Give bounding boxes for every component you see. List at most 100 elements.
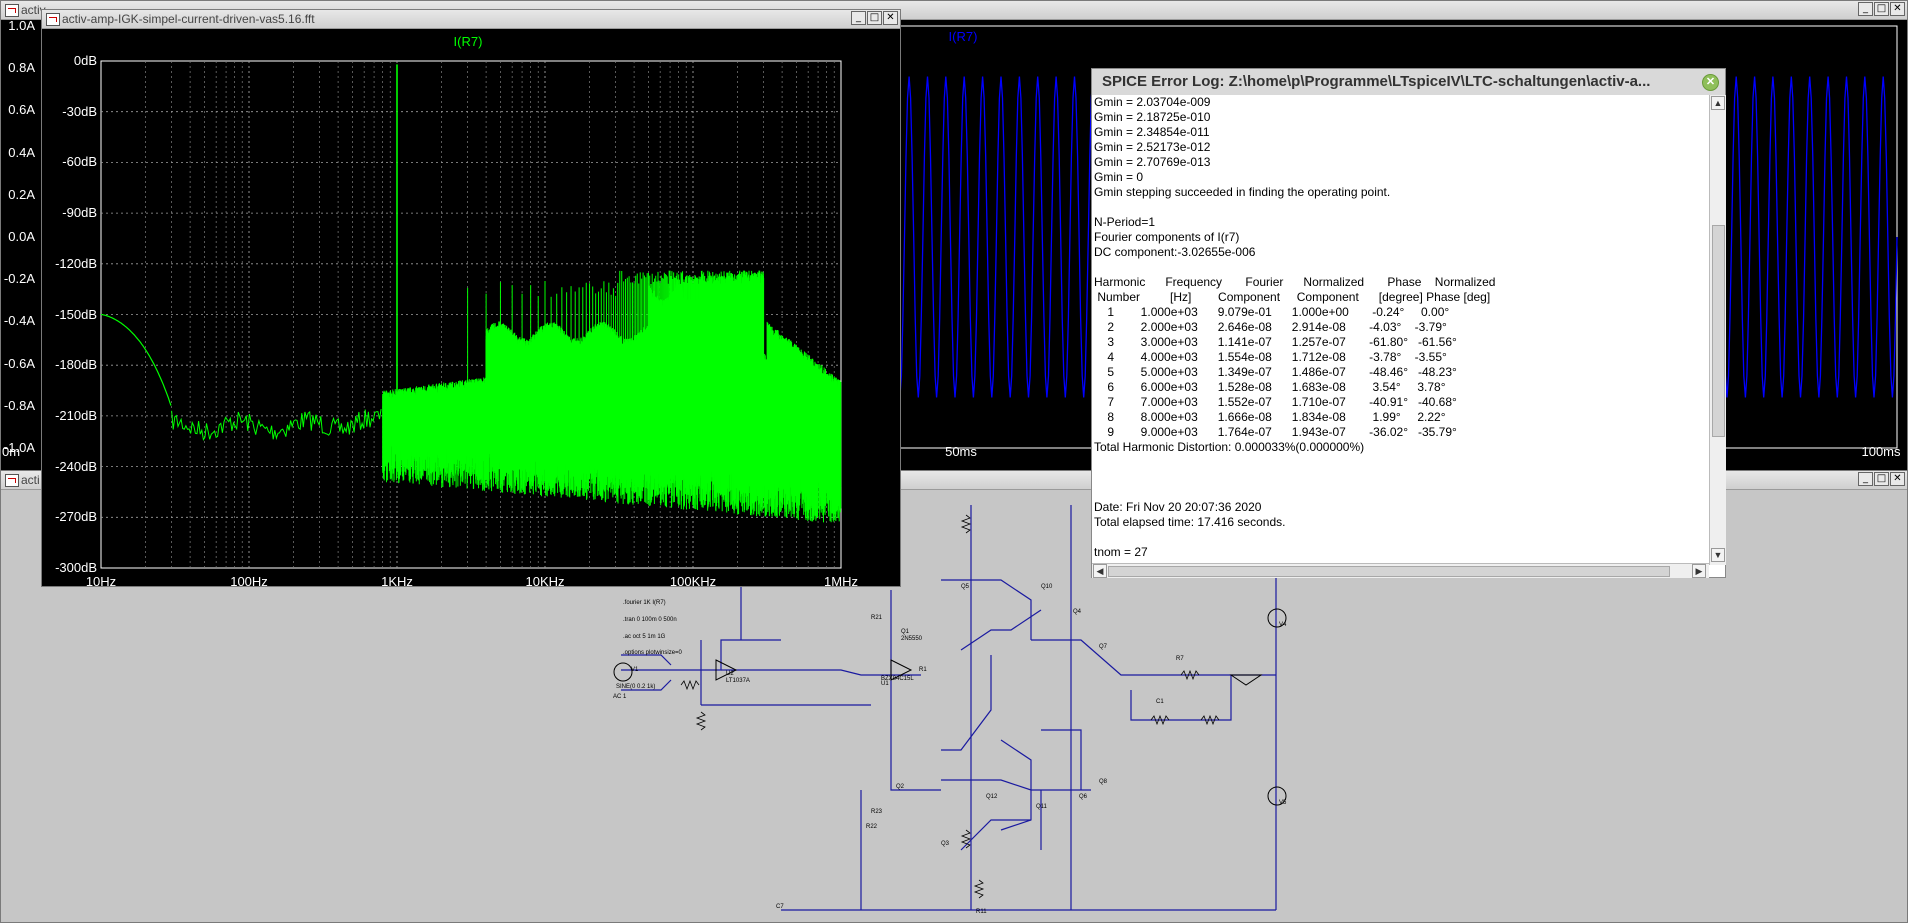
schematic-part-label[interactable]: SINE(0 0.2 1k) [616,684,655,690]
error-log-line: 2 2.000e+03 2.646e-08 2.914e-08 -4.03° -… [1094,320,1447,334]
time-y-tick-label: -0.2A [3,271,35,287]
schematic-part-label[interactable]: Q10 [1041,584,1052,590]
close-button[interactable]: ✕ [1890,472,1905,486]
scroll-right-button[interactable]: ▶ [1692,564,1706,578]
fft-y-tick-label: -90dB [62,205,97,221]
fft-x-tick-label: 1KHz [381,574,413,589]
scroll-up-button[interactable]: ▲ [1711,96,1725,110]
fft-trace-label: I(R7) [453,34,483,49]
error-log-line: 7 7.000e+03 1.552e-07 1.710e-07 -40.91° … [1094,395,1457,409]
error-log-horizontal-scrollbar[interactable]: ◀ ▶ [1092,563,1709,578]
schematic-part-label[interactable]: BZX84C15L [881,676,914,682]
svg-text:.fourier 1K I(R7): .fourier 1K I(R7) [623,600,666,606]
error-log-line: Harmonic Frequency Fourier Normalized Ph… [1094,275,1496,289]
schematic-part-label[interactable]: Q7 [1099,644,1107,650]
schematic-part-label[interactable]: Q3 [941,841,949,847]
schematic-part-label[interactable]: R21 [871,615,882,621]
scroll-down-button[interactable]: ▼ [1711,548,1725,562]
schematic-part-label[interactable]: C1 [1156,699,1164,705]
app-icon [5,474,19,487]
schematic-part-label[interactable]: Q8 [1099,779,1107,785]
time-y-tick-label: -0.6A [3,355,35,371]
error-log-line: Gmin = 0 [1094,170,1144,184]
minimize-button[interactable]: _ [1858,2,1873,16]
time-y-tick-label: 0.6A [8,102,35,118]
error-log-line: 6 6.000e+03 1.528e-08 1.683e-08 3.54° 3.… [1094,380,1446,394]
minimize-button[interactable]: _ [851,11,866,25]
svg-text:.ac oct 5 1m 1G: .ac oct 5 1m 1G [623,634,666,640]
fft-window-titlebar[interactable]: activ-amp-IGK-simpel-current-driven-vas5… [42,10,900,29]
schematic-part-label[interactable]: LT1037A [726,678,750,684]
schematic-part-label[interactable]: R1 [919,667,927,673]
error-log-line: 9 9.000e+03 1.764e-07 1.943e-07 -36.02° … [1094,425,1457,439]
fft-trace-lowfreq [100,313,172,406]
error-log-line: Number [Hz] Component Component [degree]… [1094,290,1491,304]
schematic-part-label[interactable]: Q12 [986,794,997,800]
fft-y-tick-label: -150dB [55,306,97,322]
svg-text:.tran 0 100m 0 500n: .tran 0 100m 0 500n [623,617,677,623]
fft-y-tick-label: 0dB [73,53,97,68]
error-log-line: Gmin = 2.03704e-009 [1094,95,1211,109]
scroll-left-button[interactable]: ◀ [1093,564,1107,578]
time-y-tick-label: 0.8A [8,60,35,76]
fft-y-tick-label: -210dB [55,407,97,423]
maximize-button[interactable]: □ [1874,472,1889,486]
h-scroll-thumb[interactable] [1108,566,1670,577]
error-log-line: Date: Fri Nov 20 20:07:36 2020 [1094,500,1262,514]
maximize-button[interactable]: □ [1874,2,1889,16]
fft-y-tick-label: -240dB [55,458,97,474]
time-y-tick-label: 0.4A [8,144,35,160]
error-log-vertical-scrollbar[interactable]: ▲ ▼ [1709,95,1726,565]
fft-plot-svg[interactable] [42,29,900,586]
maximize-button[interactable]: □ [867,11,882,25]
app-icon [5,4,19,17]
close-circle-icon[interactable]: ✕ [1702,74,1719,91]
schematic-part-label[interactable]: Q1 [901,629,909,635]
schematic-part-label[interactable]: C7 [776,904,784,910]
schematic-part-label[interactable]: R11 [976,909,987,915]
error-log-line: 5 5.000e+03 1.349e-07 1.486e-07 -48.46° … [1094,365,1457,379]
close-button[interactable]: ✕ [883,11,898,25]
error-log-line: DC component:-3.02655e-006 [1094,245,1256,259]
schematic-part-label[interactable]: Q5 [961,584,969,590]
schematic-part-label[interactable]: Q2 [896,784,904,790]
error-log-line: Total Harmonic Distortion: 0.000033%(0.0… [1094,440,1365,454]
fft-x-tick-label: 10KHz [525,574,565,589]
schematic-part-label[interactable]: Q11 [1036,804,1047,810]
time-y-tick-label: -0.4A [3,313,35,329]
time-x-tick-end: 100ms [1861,444,1901,459]
error-log-line: 3 3.000e+03 1.141e-07 1.257e-07 -61.80° … [1094,335,1457,349]
schematic-part-label[interactable]: Q4 [1073,609,1081,615]
schematic-part-label[interactable]: Q6 [1079,794,1087,800]
schematic-part-label[interactable]: R23 [871,809,882,815]
schematic-part-label[interactable]: U2 [726,671,734,677]
schematic-part-label[interactable]: V1 [631,667,638,673]
error-log-line: Gmin stepping succeeded in finding the o… [1094,185,1391,199]
schematic-part-label[interactable]: V4 [1279,622,1286,628]
minimize-button[interactable]: _ [1858,472,1873,486]
error-log-line: 1 1.000e+03 9.079e-01 1.000e+00 -0.24° 0… [1094,305,1450,319]
fft-window: activ-amp-IGK-simpel-current-driven-vas5… [41,9,901,589]
fft-trace-body [382,270,842,523]
fft-x-tick-label: 100Hz [230,574,268,589]
svg-text:.options plotwinsize=0: .options plotwinsize=0 [623,650,683,656]
time-y-tick-label: 1.0A [8,18,35,33]
time-y-tick-label: -0.8A [3,397,35,413]
schematic-part-label[interactable]: R7 [1176,656,1184,662]
spice-error-log-window: SPICE Error Log: Z:\home\p\Programme\LTs… [1091,68,1726,578]
error-log-titlebar[interactable]: SPICE Error Log: Z:\home\p\Programme\LTs… [1092,69,1725,95]
time-y-tick-label: 0.2A [8,186,35,202]
scroll-thumb[interactable] [1712,225,1725,437]
app-icon [46,13,60,26]
schematic-part-label[interactable]: V5 [1279,800,1286,806]
error-log-text-area[interactable]: Gmin = 2.03704e-009 Gmin = 2.18725e-010 Gm… [1094,95,1708,565]
close-button[interactable]: ✕ [1890,2,1905,16]
fft-window-title: activ-amp-IGK-simpel-current-driven-vas5… [62,12,315,26]
schematic-part-label[interactable]: 2N5550 [901,636,922,642]
error-log-line: N-Period=1 [1094,215,1156,229]
schematic-part-label[interactable]: R22 [866,824,877,830]
error-log-line: 4 4.000e+03 1.554e-08 1.712e-08 -3.78° -… [1094,350,1447,364]
schematic-part-label[interactable]: AC 1 [613,694,626,700]
schematic-window-title: acti [21,473,40,487]
fft-y-tick-label: -60dB [62,154,97,170]
